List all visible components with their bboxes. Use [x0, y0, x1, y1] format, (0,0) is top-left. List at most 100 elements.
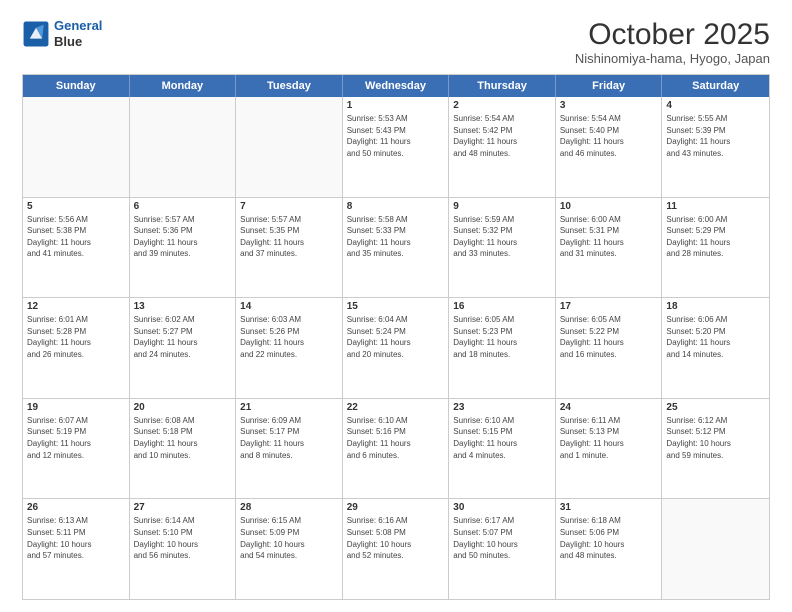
calendar-cell: 22 Sunrise: 6:10 AM Sunset: 5:16 PM Dayli…	[343, 399, 450, 499]
calendar-cell: 21 Sunrise: 6:09 AM Sunset: 5:17 PM Dayli…	[236, 399, 343, 499]
day-number: 25	[666, 402, 765, 413]
month-title: October 2025	[575, 18, 770, 51]
cell-text: Sunrise: 5:54 AM Sunset: 5:42 PM Dayligh…	[453, 113, 551, 159]
header: General Blue October 2025 Nishinomiya-ha…	[22, 18, 770, 66]
logo-icon	[22, 20, 50, 48]
day-number: 6	[134, 201, 232, 212]
day-number: 14	[240, 301, 338, 312]
calendar-cell: 13 Sunrise: 6:02 AM Sunset: 5:27 PM Dayli…	[130, 298, 237, 398]
day-number: 30	[453, 502, 551, 513]
calendar-cell: 9 Sunrise: 5:59 AM Sunset: 5:32 PM Daylig…	[449, 198, 556, 298]
day-number: 11	[666, 201, 765, 212]
day-number: 4	[666, 100, 765, 111]
calendar-cell: 8Sunrise: 5:58 AM Sunset: 5:33 PM Daylig…	[343, 198, 450, 298]
cell-text: Sunrise: 5:56 AM Sunset: 5:38 PM Dayligh…	[27, 214, 125, 260]
cell-text: Sunrise: 6:18 AM Sunset: 5:06 PM Dayligh…	[560, 515, 658, 561]
cell-text: Sunrise: 6:02 AM Sunset: 5:27 PM Dayligh…	[134, 314, 232, 360]
cell-text: Sunrise: 6:13 AM Sunset: 5:11 PM Dayligh…	[27, 515, 125, 561]
cell-text: Sunrise: 5:59 AM Sunset: 5:32 PM Dayligh…	[453, 214, 551, 260]
day-number: 2	[453, 100, 551, 111]
day-number: 27	[134, 502, 232, 513]
day-number: 16	[453, 301, 551, 312]
calendar-row-1: 5 Sunrise: 5:56 AM Sunset: 5:38 PM Daylig…	[23, 197, 769, 298]
cell-text: Sunrise: 6:17 AM Sunset: 5:07 PM Dayligh…	[453, 515, 551, 561]
cell-text: Sunrise: 6:05 AM Sunset: 5:22 PM Dayligh…	[560, 314, 658, 360]
calendar-cell: 31Sunrise: 6:18 AM Sunset: 5:06 PM Dayli…	[556, 499, 663, 599]
day-number: 17	[560, 301, 658, 312]
calendar-cell: 10 Sunrise: 6:00 AM Sunset: 5:31 PM Dayli…	[556, 198, 663, 298]
weekday-header-monday: Monday	[130, 75, 237, 97]
weekday-header-tuesday: Tuesday	[236, 75, 343, 97]
calendar-cell: 1 Sunrise: 5:53 AM Sunset: 5:43 PM Daylig…	[343, 97, 450, 197]
day-number: 13	[134, 301, 232, 312]
calendar-cell: 4 Sunrise: 5:55 AM Sunset: 5:39 PM Daylig…	[662, 97, 769, 197]
day-number: 9	[453, 201, 551, 212]
cell-text: Sunrise: 6:10 AM Sunset: 5:15 PM Dayligh…	[453, 415, 551, 461]
cell-text: Sunrise: 6:14 AM Sunset: 5:10 PM Dayligh…	[134, 515, 232, 561]
calendar-header: SundayMondayTuesdayWednesdayThursdayFrid…	[23, 75, 769, 97]
calendar-cell: 12Sunrise: 6:01 AM Sunset: 5:28 PM Dayli…	[23, 298, 130, 398]
title-block: October 2025 Nishinomiya-hama, Hyogo, Ja…	[575, 18, 770, 66]
day-number: 15	[347, 301, 445, 312]
calendar-cell: 11 Sunrise: 6:00 AM Sunset: 5:29 PM Dayli…	[662, 198, 769, 298]
calendar-cell	[662, 499, 769, 599]
calendar-cell: 28 Sunrise: 6:15 AM Sunset: 5:09 PM Dayli…	[236, 499, 343, 599]
day-number: 22	[347, 402, 445, 413]
calendar-row-2: 12Sunrise: 6:01 AM Sunset: 5:28 PM Dayli…	[23, 297, 769, 398]
day-number: 23	[453, 402, 551, 413]
cell-text: Sunrise: 5:58 AM Sunset: 5:33 PM Dayligh…	[347, 214, 445, 260]
calendar-cell: 19 Sunrise: 6:07 AM Sunset: 5:19 PM Dayli…	[23, 399, 130, 499]
cell-text: Sunrise: 5:54 AM Sunset: 5:40 PM Dayligh…	[560, 113, 658, 159]
day-number: 21	[240, 402, 338, 413]
calendar-cell: 20 Sunrise: 6:08 AM Sunset: 5:18 PM Dayli…	[130, 399, 237, 499]
day-number: 29	[347, 502, 445, 513]
cell-text: Sunrise: 6:03 AM Sunset: 5:26 PM Dayligh…	[240, 314, 338, 360]
day-number: 12	[27, 301, 125, 312]
cell-text: Sunrise: 5:55 AM Sunset: 5:39 PM Dayligh…	[666, 113, 765, 159]
day-number: 28	[240, 502, 338, 513]
cell-text: Sunrise: 5:57 AM Sunset: 5:35 PM Dayligh…	[240, 214, 338, 260]
cell-text: Sunrise: 6:07 AM Sunset: 5:19 PM Dayligh…	[27, 415, 125, 461]
calendar-cell: 15Sunrise: 6:04 AM Sunset: 5:24 PM Dayli…	[343, 298, 450, 398]
cell-text: Sunrise: 6:00 AM Sunset: 5:31 PM Dayligh…	[560, 214, 658, 260]
day-number: 1	[347, 100, 445, 111]
calendar-cell: 6Sunrise: 5:57 AM Sunset: 5:36 PM Daylig…	[130, 198, 237, 298]
cell-text: Sunrise: 6:15 AM Sunset: 5:09 PM Dayligh…	[240, 515, 338, 561]
weekday-header-friday: Friday	[556, 75, 663, 97]
logo-text: General Blue	[54, 18, 102, 49]
calendar-cell: 17 Sunrise: 6:05 AM Sunset: 5:22 PM Dayli…	[556, 298, 663, 398]
day-number: 5	[27, 201, 125, 212]
calendar-cell: 18 Sunrise: 6:06 AM Sunset: 5:20 PM Dayli…	[662, 298, 769, 398]
cell-text: Sunrise: 6:10 AM Sunset: 5:16 PM Dayligh…	[347, 415, 445, 461]
weekday-header-wednesday: Wednesday	[343, 75, 450, 97]
location: Nishinomiya-hama, Hyogo, Japan	[575, 51, 770, 66]
day-number: 10	[560, 201, 658, 212]
calendar-cell: 16 Sunrise: 6:05 AM Sunset: 5:23 PM Dayli…	[449, 298, 556, 398]
cell-text: Sunrise: 6:06 AM Sunset: 5:20 PM Dayligh…	[666, 314, 765, 360]
day-number: 7	[240, 201, 338, 212]
logo: General Blue	[22, 18, 102, 49]
weekday-header-sunday: Sunday	[23, 75, 130, 97]
calendar-cell: 27 Sunrise: 6:14 AM Sunset: 5:10 PM Dayli…	[130, 499, 237, 599]
day-number: 26	[27, 502, 125, 513]
calendar-cell: 14 Sunrise: 6:03 AM Sunset: 5:26 PM Dayli…	[236, 298, 343, 398]
calendar-row-3: 19 Sunrise: 6:07 AM Sunset: 5:19 PM Dayli…	[23, 398, 769, 499]
calendar-cell: 30 Sunrise: 6:17 AM Sunset: 5:07 PM Dayli…	[449, 499, 556, 599]
cell-text: Sunrise: 5:53 AM Sunset: 5:43 PM Dayligh…	[347, 113, 445, 159]
calendar-cell: 29 Sunrise: 6:16 AM Sunset: 5:08 PM Dayli…	[343, 499, 450, 599]
calendar-row-0: 1 Sunrise: 5:53 AM Sunset: 5:43 PM Daylig…	[23, 97, 769, 197]
cell-text: Sunrise: 6:05 AM Sunset: 5:23 PM Dayligh…	[453, 314, 551, 360]
page: General Blue October 2025 Nishinomiya-ha…	[0, 0, 792, 612]
cell-text: Sunrise: 6:12 AM Sunset: 5:12 PM Dayligh…	[666, 415, 765, 461]
cell-text: Sunrise: 6:08 AM Sunset: 5:18 PM Dayligh…	[134, 415, 232, 461]
day-number: 19	[27, 402, 125, 413]
day-number: 18	[666, 301, 765, 312]
calendar-cell: 5 Sunrise: 5:56 AM Sunset: 5:38 PM Daylig…	[23, 198, 130, 298]
calendar-row-4: 26 Sunrise: 6:13 AM Sunset: 5:11 PM Dayli…	[23, 498, 769, 599]
cell-text: Sunrise: 6:00 AM Sunset: 5:29 PM Dayligh…	[666, 214, 765, 260]
day-number: 20	[134, 402, 232, 413]
cell-text: Sunrise: 6:09 AM Sunset: 5:17 PM Dayligh…	[240, 415, 338, 461]
weekday-header-thursday: Thursday	[449, 75, 556, 97]
cell-text: Sunrise: 6:16 AM Sunset: 5:08 PM Dayligh…	[347, 515, 445, 561]
day-number: 24	[560, 402, 658, 413]
